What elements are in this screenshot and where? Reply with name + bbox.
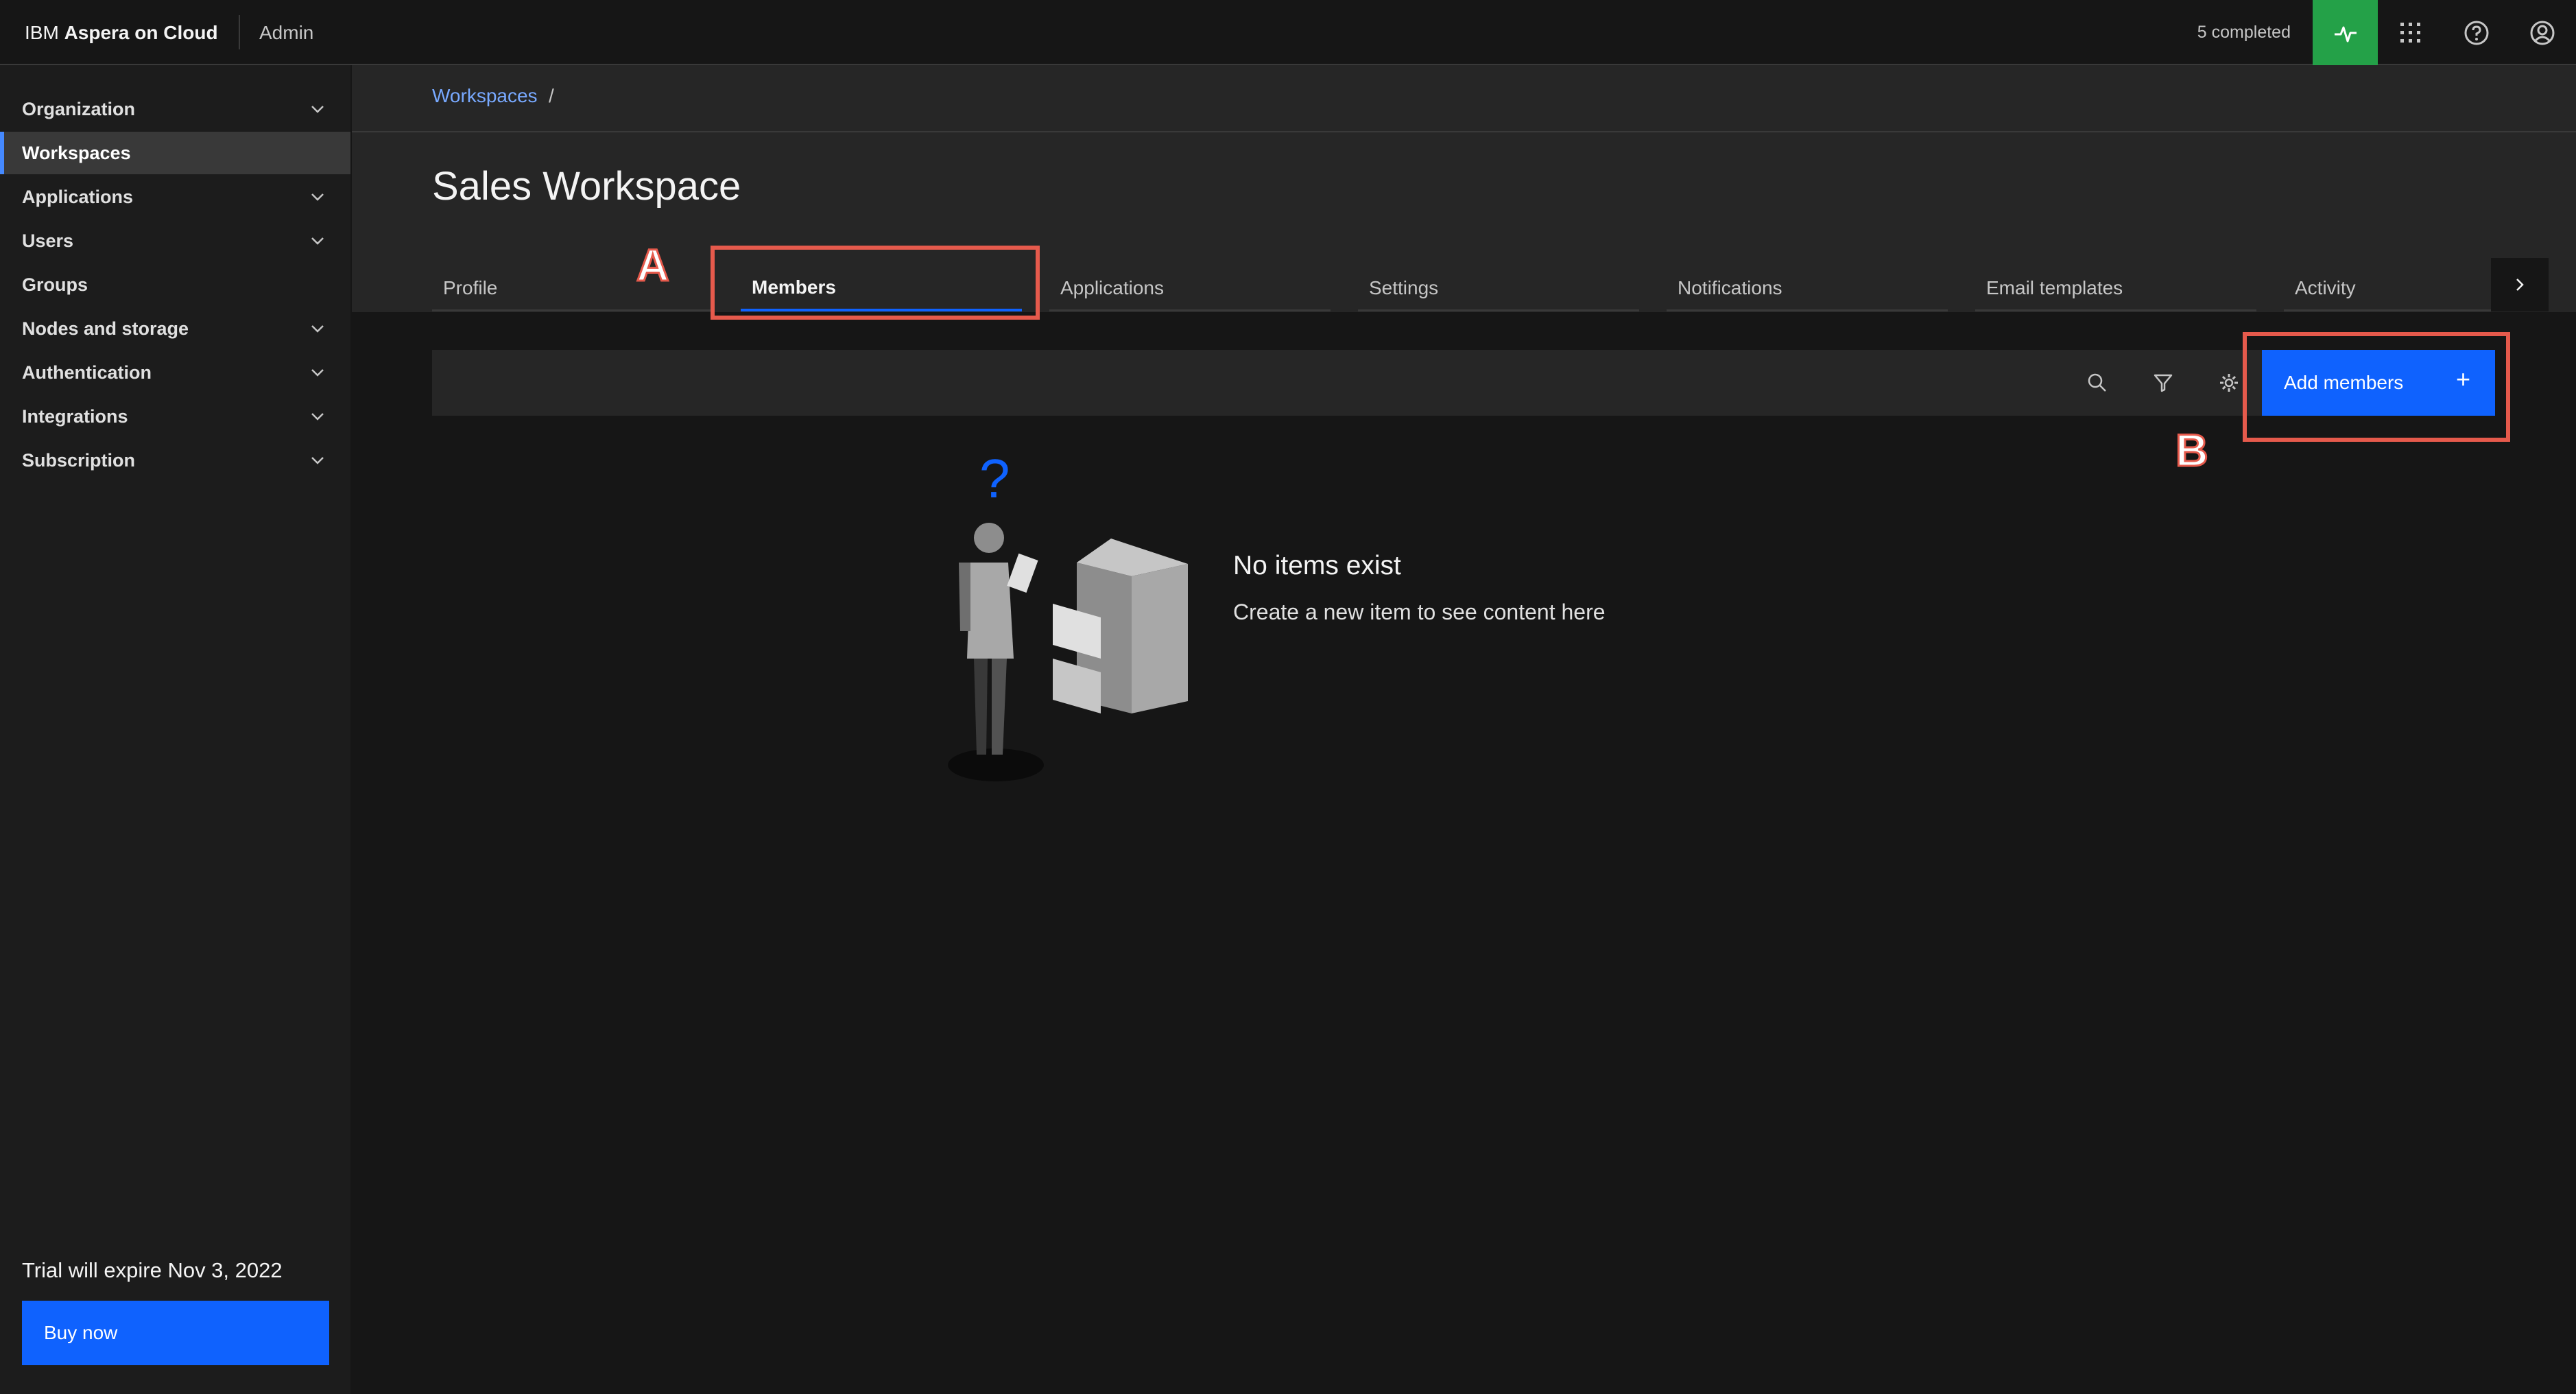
sidebar-item-groups[interactable]: Groups: [0, 263, 350, 306]
chevron-down-icon: [311, 325, 324, 333]
tab-label: Email templates: [1986, 276, 2123, 298]
search-icon: [2088, 373, 2106, 392]
question-mark-icon: ?: [979, 453, 1010, 509]
chevron-right-icon: [2516, 279, 2524, 291]
tabs-scroll-right-button[interactable]: [2491, 258, 2549, 311]
sidebar-item-applications[interactable]: Applications: [0, 176, 350, 218]
page-title: Sales Workspace: [432, 164, 741, 209]
activity-icon: [2334, 26, 2357, 42]
sidebar-item-label: Nodes and storage: [22, 318, 189, 339]
settings-icon: [2220, 374, 2238, 392]
sidebar-item-label: Subscription: [22, 449, 136, 471]
brand-logo[interactable]: IBM Aspera on Cloud: [25, 0, 218, 65]
section-label: Admin: [259, 22, 314, 43]
tab-activity[interactable]: Activity: [2284, 266, 2491, 311]
transfers-status[interactable]: 5 completed: [2167, 0, 2291, 65]
sidebar-item-nodes-and-storage[interactable]: Nodes and storage: [0, 307, 350, 350]
tab-label: Profile: [443, 276, 498, 298]
sidebar-item-label: Groups: [22, 274, 88, 295]
chevron-down-icon: [311, 369, 324, 377]
chevron-down-icon: [311, 106, 324, 113]
annotation-box-b: [2243, 332, 2510, 442]
filter-button[interactable]: [2130, 350, 2196, 416]
annotation-label-a: A: [636, 239, 671, 292]
sidebar-item-label: Organization: [22, 98, 136, 119]
header-divider: [239, 15, 240, 49]
empty-state-subtitle: Create a new item to see content here: [1233, 600, 1606, 624]
brand-prefix: IBM: [25, 22, 59, 43]
app-switcher-button[interactable]: [2378, 0, 2443, 65]
chevron-down-icon: [311, 457, 324, 464]
tab-label: Notifications: [1678, 276, 1782, 298]
trial-expiry-text: Trial will expire Nov 3, 2022: [22, 1258, 283, 1282]
sidebar-item-organization[interactable]: Organization: [0, 88, 350, 130]
filter-icon: [2154, 374, 2173, 392]
annotation-box-a: [711, 246, 1040, 320]
brand-name: Aspera on Cloud: [64, 22, 218, 43]
tab-label: Applications: [1060, 276, 1164, 298]
tab-label: Activity: [2295, 276, 2356, 298]
tab-label: Settings: [1369, 276, 1439, 298]
sidebar-item-users[interactable]: Users: [0, 220, 350, 262]
sidebar-item-workspaces[interactable]: Workspaces: [0, 132, 350, 174]
empty-state-illustration: ?: [940, 448, 1200, 796]
tab-applications[interactable]: Applications: [1049, 266, 1331, 311]
sidebar-item-label: Workspaces: [22, 142, 131, 163]
user-avatar-icon: [2530, 21, 2554, 45]
tab-email-templates[interactable]: Email templates: [1975, 266, 2256, 311]
tab-notifications[interactable]: Notifications: [1667, 266, 1948, 311]
chevron-down-icon: [311, 193, 324, 201]
sidebar-item-label: Applications: [22, 186, 134, 207]
breadcrumb-workspaces-link[interactable]: Workspaces: [432, 85, 538, 107]
app-switcher-icon: [2400, 22, 2420, 43]
help-icon: [2464, 21, 2488, 45]
help-button[interactable]: [2444, 0, 2509, 65]
tab-settings[interactable]: Settings: [1358, 266, 1639, 311]
sidebar-item-label: Authentication: [22, 362, 152, 383]
buy-now-button[interactable]: Buy now: [22, 1301, 329, 1365]
sidebar-item-integrations[interactable]: Integrations: [0, 395, 350, 438]
breadcrumb: [352, 65, 2576, 132]
sidebar-item-label: Users: [22, 230, 74, 251]
sidebar-item-authentication[interactable]: Authentication: [0, 351, 350, 394]
search-button[interactable]: [2064, 350, 2130, 416]
sidebar-item-label: Integrations: [22, 405, 128, 427]
chevron-down-icon: [311, 237, 324, 245]
user-profile-button[interactable]: [2509, 0, 2575, 65]
sidebar-item-subscription[interactable]: Subscription: [0, 439, 350, 482]
empty-state-title: No items exist: [1233, 551, 1401, 580]
activity-button[interactable]: [2313, 0, 2378, 65]
annotation-label-b: B: [2175, 424, 2210, 477]
breadcrumb-separator: /: [549, 85, 554, 106]
chevron-down-icon: [311, 413, 324, 421]
tab-profile[interactable]: Profile: [432, 266, 713, 311]
